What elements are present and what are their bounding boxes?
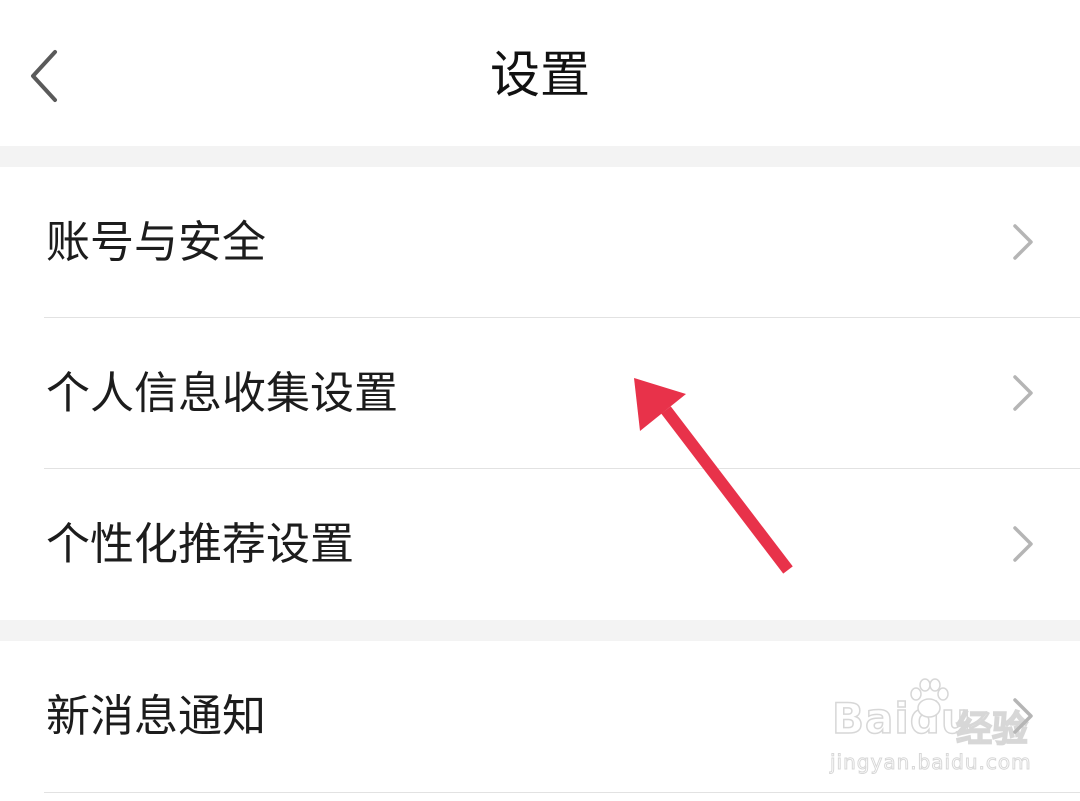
settings-item-new-message-notification[interactable]: 新消息通知 (0, 641, 1080, 793)
settings-item-label: 账号与安全 (46, 217, 266, 268)
page-title: 设置 (490, 46, 590, 104)
settings-item-personal-info-collection[interactable]: 个人信息收集设置 (0, 318, 1080, 469)
divider (44, 792, 1080, 793)
top-nav-bar: 设置 (0, 0, 1080, 146)
chevron-right-icon (1013, 375, 1033, 411)
settings-item-label: 个性化推荐设置 (46, 519, 354, 570)
settings-item-account-security[interactable]: 账号与安全 (0, 167, 1080, 318)
settings-item-label: 新消息通知 (46, 691, 266, 742)
settings-item-personalized-recommendation[interactable]: 个性化推荐设置 (0, 469, 1080, 620)
chevron-right-icon (1013, 698, 1033, 734)
settings-group-notifications: 新消息通知 (0, 641, 1080, 801)
settings-screen: 设置 账号与安全 个人信息收集设置 个性化推荐设置 新消息通知 Baidu 经验… (0, 0, 1080, 801)
chevron-right-icon (1013, 224, 1033, 260)
chevron-right-icon (1013, 526, 1033, 562)
settings-item-label: 个人信息收集设置 (46, 368, 398, 419)
settings-group-account: 账号与安全 个人信息收集设置 个性化推荐设置 (0, 167, 1080, 620)
